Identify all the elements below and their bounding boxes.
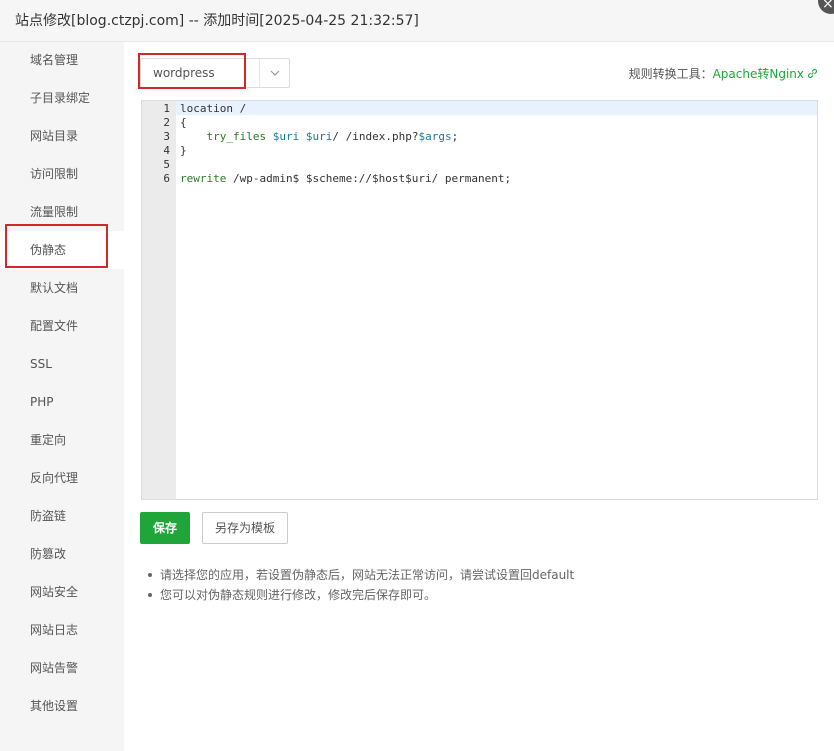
save-button[interactable]: 保存 xyxy=(140,512,190,544)
tip-item: 请选择您的应用，若设置伪静态后，网站无法正常访问，请尝试设置回default xyxy=(146,566,574,586)
sidebar-item-site-security[interactable]: 网站安全 xyxy=(0,573,124,611)
sidebar-item-default-doc[interactable]: 默认文档 xyxy=(0,269,124,307)
template-select[interactable]: wordpress xyxy=(140,58,290,88)
template-select-value: wordpress xyxy=(153,66,215,80)
line-number: 5 xyxy=(163,158,170,171)
line-number: 4 xyxy=(163,144,170,157)
code-text: ; xyxy=(451,130,459,143)
code-keyword: rewrite xyxy=(180,172,227,185)
sidebar-item-reverse-proxy[interactable]: 反向代理 xyxy=(0,459,124,497)
code-line: rewrite /wp-admin$ $scheme://$host$uri/ … xyxy=(180,172,511,186)
sidebar-item-site-alert[interactable]: 网站告警 xyxy=(0,649,124,687)
chevron-down-icon xyxy=(259,59,290,87)
sidebar-item-site-log[interactable]: 网站日志 xyxy=(0,611,124,649)
sidebar-item-rewrite[interactable]: 伪静态 xyxy=(0,231,124,269)
code-line: } xyxy=(180,144,187,157)
code-variable: $uri xyxy=(272,130,300,143)
code-variable: $args xyxy=(418,130,452,143)
link-icon xyxy=(807,68,818,79)
tip-item: 您可以对伪静态规则进行修改，修改完后保存即可。 xyxy=(146,586,574,606)
sidebar-item-hotlink[interactable]: 防盗链 xyxy=(0,497,124,535)
close-icon: × xyxy=(822,0,834,12)
sidebar-item-traffic-limit[interactable]: 流量限制 xyxy=(0,193,124,231)
sidebar-item-redirect[interactable]: 重定向 xyxy=(0,421,124,459)
convert-tool: 规则转换工具：Apache转Nginx xyxy=(629,65,818,82)
code-variable: $uri xyxy=(305,130,333,143)
sidebar-item-subdir[interactable]: 子目录绑定 xyxy=(0,79,124,117)
code-editor[interactable]: 1 2 3 4 5 6 location / { try_files $uri … xyxy=(141,100,818,500)
sidebar-item-domain[interactable]: 域名管理 xyxy=(0,41,124,79)
code-line: { xyxy=(180,116,187,129)
sidebar-item-ssl[interactable]: SSL xyxy=(0,345,124,383)
dialog-title: 站点修改[blog.ctzpj.com] -- 添加时间[2025-04-25 … xyxy=(15,13,419,29)
sidebar-item-tamper[interactable]: 防篡改 xyxy=(0,535,124,573)
sidebar-item-site-dir[interactable]: 网站目录 xyxy=(0,117,124,155)
code-keyword: try_files xyxy=(206,130,267,143)
code-text: /wp-admin$ $scheme://$host$uri/ permanen… xyxy=(226,172,512,185)
line-number: 3 xyxy=(163,130,170,143)
code-text: / /index.php? xyxy=(332,130,419,143)
sidebar-item-php[interactable]: PHP xyxy=(0,383,124,421)
sidebar-item-access-limit[interactable]: 访问限制 xyxy=(0,155,124,193)
convert-tool-label: 规则转换工具： xyxy=(628,67,713,81)
apache-to-nginx-link[interactable]: Apache转Nginx xyxy=(713,67,804,81)
sidebar-item-other-settings[interactable]: 其他设置 xyxy=(0,687,124,725)
save-as-template-button[interactable]: 另存为模板 xyxy=(202,512,288,544)
code-line: try_files $uri $uri/ /index.php?$args; xyxy=(180,130,459,144)
sidebar-item-config-file[interactable]: 配置文件 xyxy=(0,307,124,345)
line-number: 2 xyxy=(163,116,170,129)
line-number: 6 xyxy=(163,172,170,185)
code-line: location / xyxy=(180,102,247,115)
tips-list: 请选择您的应用，若设置伪静态后，网站无法正常访问，请尝试设置回default 您… xyxy=(146,566,574,606)
dialog-titlebar: 站点修改[blog.ctzpj.com] -- 添加时间[2025-04-25 … xyxy=(0,0,834,42)
line-number: 1 xyxy=(163,102,170,115)
